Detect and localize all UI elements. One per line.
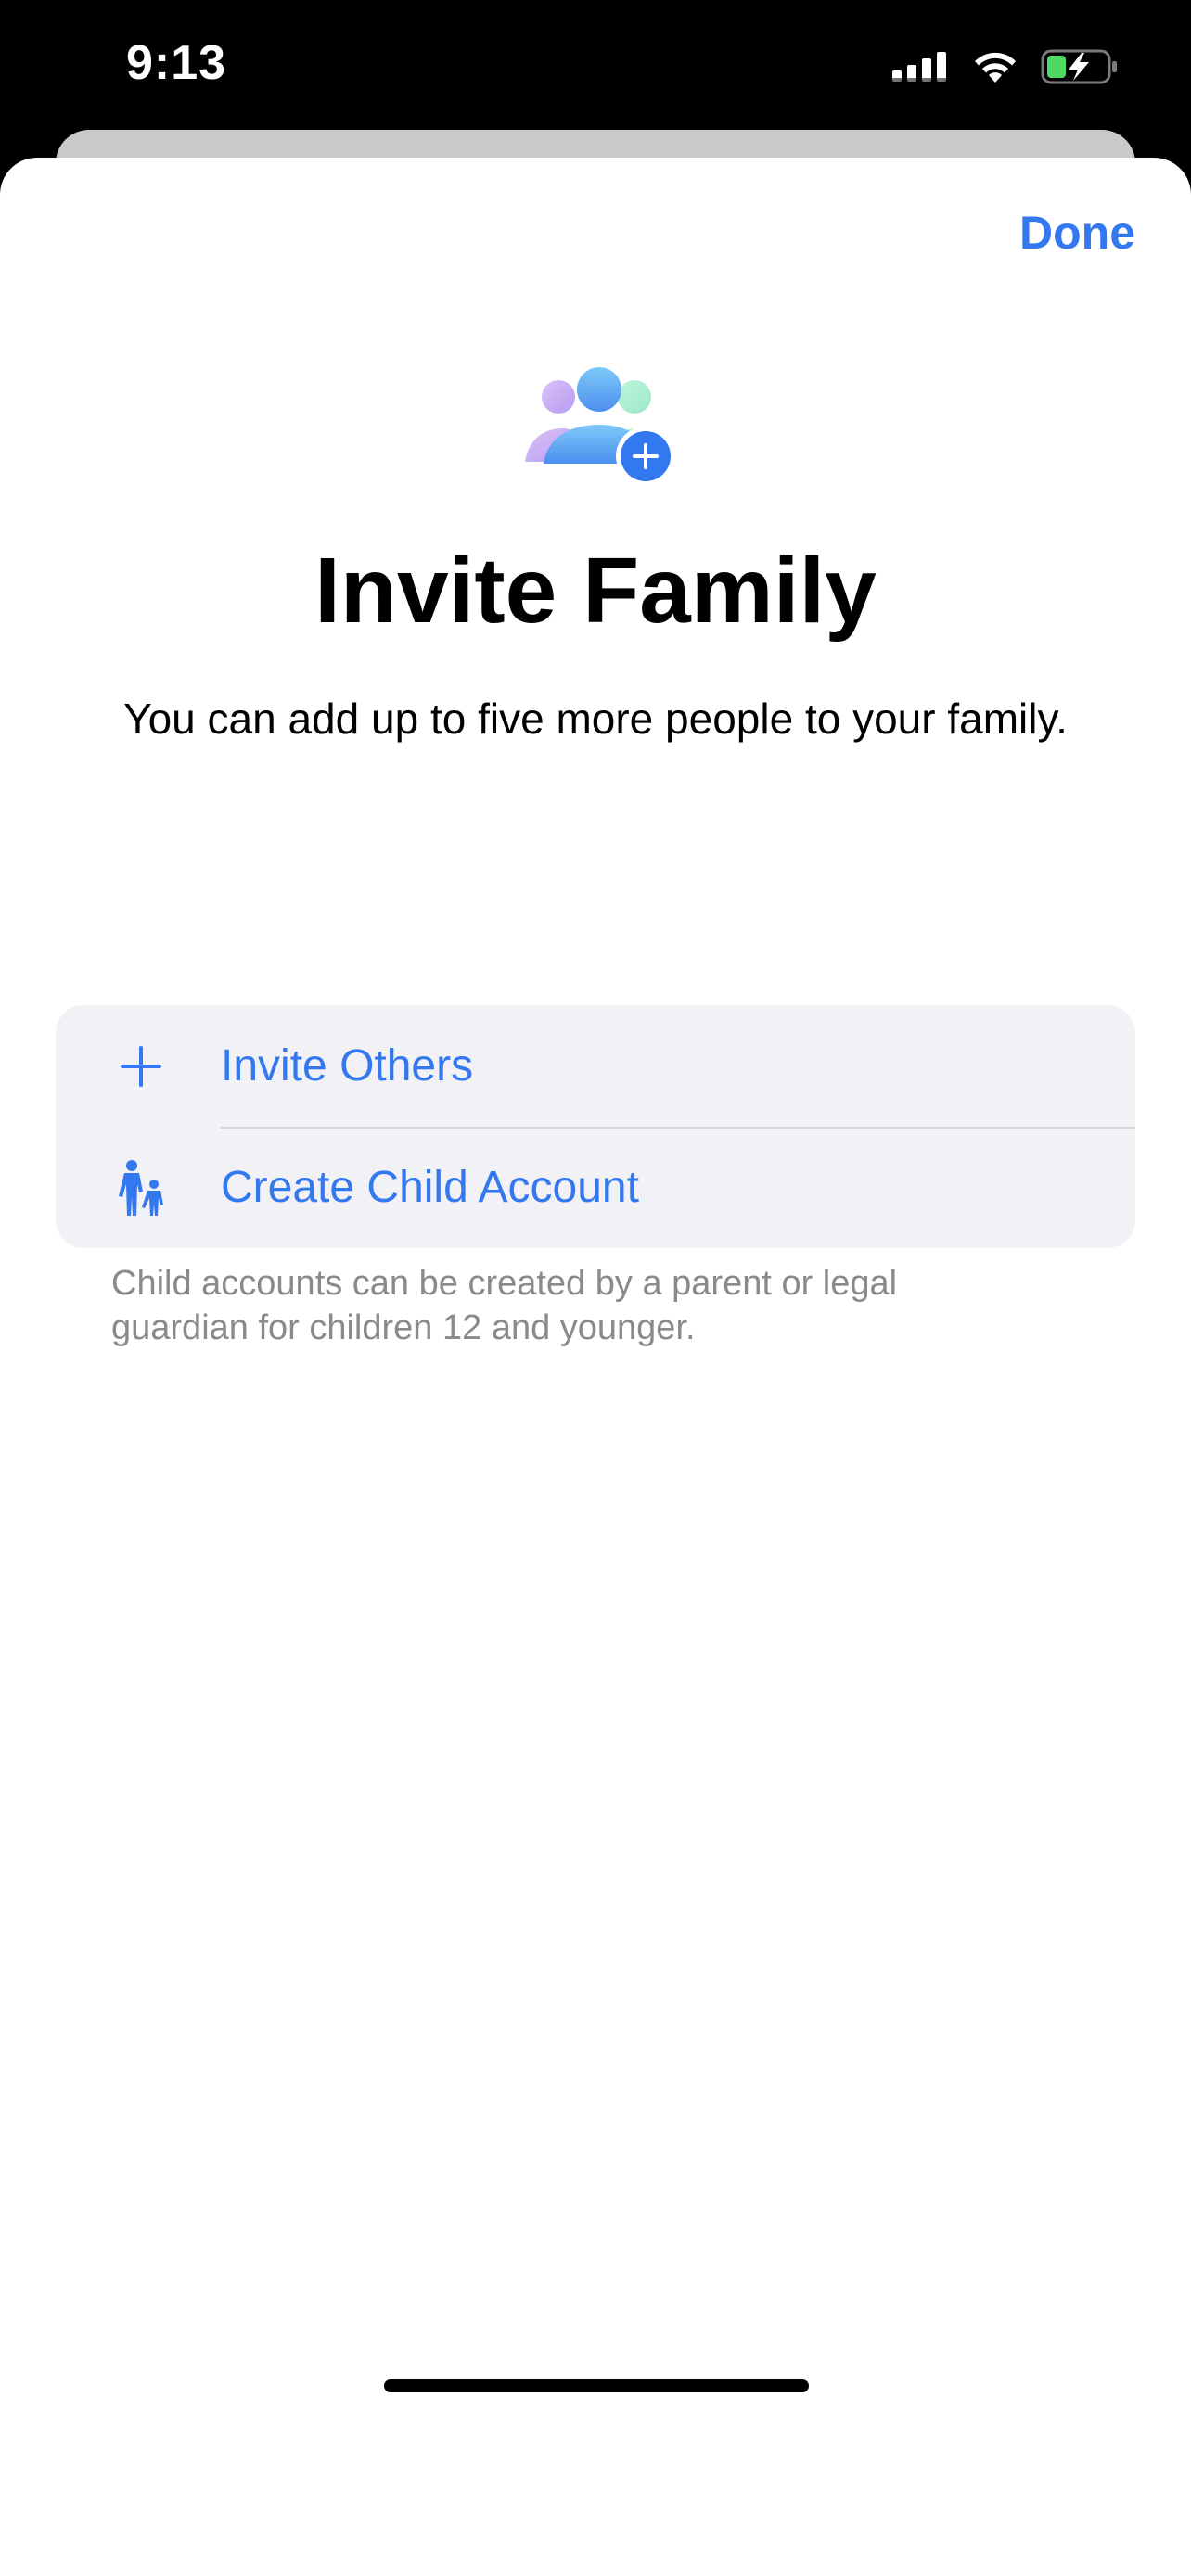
invite-others-label: Invite Others [221, 1041, 474, 1090]
home-indicator[interactable] [384, 2379, 809, 2392]
wifi-icon [975, 52, 1016, 83]
child-account-footnote: Child accounts can be created by a paren… [111, 1264, 898, 1347]
adult-child-icon [113, 1159, 169, 1216]
plus-icon [113, 1039, 169, 1094]
screen: 9:13 Done Invite Family You can add up t… [0, 0, 1191, 2576]
status-time: 9:13 [126, 36, 227, 90]
invite-family-sheet: Done Invite Family You can add up to fiv… [0, 158, 1191, 2576]
cellular-signal-icon [892, 52, 946, 83]
family-add-icon [525, 367, 675, 486]
status-icons [892, 45, 1119, 89]
page-subtitle: You can add up to five more people to yo… [123, 695, 1068, 743]
page-title: Invite Family [314, 539, 877, 643]
create-child-account-row[interactable]: Create Child Account [56, 1127, 1135, 1248]
battery-charging-icon [1041, 49, 1117, 84]
done-button[interactable]: Done [1019, 206, 1135, 260]
create-child-account-label: Create Child Account [221, 1163, 639, 1212]
options-group: Invite Others Create Child Account [56, 1005, 1135, 1248]
invite-others-row[interactable]: Invite Others [56, 1005, 1135, 1127]
status-bar: 9:13 [0, 0, 1191, 130]
